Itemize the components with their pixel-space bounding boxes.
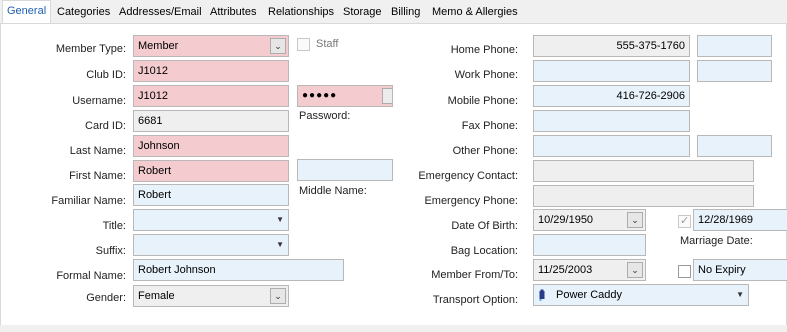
chevron-down-icon[interactable]: ⌄ (627, 262, 643, 278)
work-phone-label: Work Phone: (454, 69, 518, 81)
marriage-date-label: Marriage Date: (680, 235, 753, 247)
suffix-label: Suffix: (95, 245, 126, 257)
last-name-label: Last Name: (69, 145, 126, 157)
general-panel: Member Type: Club ID: Username: Card ID:… (0, 23, 787, 326)
other-phone-input[interactable] (533, 135, 690, 157)
transport-option-value: Power Caddy (556, 289, 623, 301)
member-type-select[interactable]: Member ⌄ (133, 35, 289, 57)
caret-down-icon: ▼ (276, 215, 284, 224)
checkmark-icon: ✓ (680, 215, 690, 227)
gender-select[interactable]: Female ⌄ (133, 285, 289, 307)
suffix-select[interactable]: ▼ (133, 234, 289, 256)
bag-location-input[interactable] (533, 234, 646, 256)
member-to-checkbox[interactable] (678, 265, 691, 278)
username-label: Username: (72, 95, 126, 107)
marriage-date-checkbox[interactable]: ✓ (678, 215, 691, 228)
member-from-picker[interactable]: 11/25/2003 ⌄ (533, 259, 646, 281)
tab-billing[interactable]: Billing (387, 2, 424, 23)
mobile-phone-label: Mobile Phone: (447, 95, 518, 107)
tab-storage[interactable]: Storage (339, 2, 386, 23)
home-phone-label: Home Phone: (450, 44, 518, 56)
mobile-phone-input[interactable]: 416-726-2906 (533, 85, 690, 107)
formal-name-label: Formal Name: (56, 270, 126, 282)
title-label: Title: (102, 220, 126, 232)
fax-phone-input[interactable] (533, 110, 690, 132)
chevron-down-icon[interactable]: ⌄ (627, 212, 643, 228)
middle-name-label: Middle Name: (299, 185, 367, 197)
middle-name-input[interactable] (297, 159, 393, 181)
marriage-date-picker[interactable]: 12/28/1969 (693, 209, 787, 231)
tab-addresses-email[interactable]: Addresses/Email (115, 2, 206, 23)
member-from-value: 11/25/2003 (538, 264, 593, 276)
transport-option-label: Transport Option: (432, 294, 518, 306)
card-id-label: Card ID: (85, 120, 126, 132)
tab-strip: General Categories Addresses/Email Attri… (0, 0, 787, 24)
date-of-birth-label: Date Of Birth: (451, 220, 518, 232)
tab-categories[interactable]: Categories (53, 2, 114, 23)
bag-location-label: Bag Location: (450, 245, 518, 257)
staff-label: Staff (316, 38, 339, 50)
tab-relationships[interactable]: Relationships (264, 2, 338, 23)
home-phone-input[interactable]: 555-375-1760 (533, 35, 690, 57)
password-input[interactable]: ●●●●● (297, 85, 393, 107)
member-type-value: Member (138, 40, 179, 52)
work-phone-ext-input[interactable] (697, 60, 772, 82)
fax-phone-label: Fax Phone: (461, 120, 518, 132)
gender-value: Female (138, 290, 175, 302)
chevron-down-icon[interactable]: ⌄ (270, 288, 286, 304)
work-phone-input[interactable] (533, 60, 690, 82)
date-of-birth-value: 10/29/1950 (538, 214, 594, 226)
member-type-label: Member Type: (55, 43, 126, 55)
other-phone-label: Other Phone: (452, 145, 518, 157)
emergency-contact-label: Emergency Contact: (418, 170, 518, 182)
formal-name-input[interactable]: Robert Johnson (133, 259, 344, 281)
staff-checkbox[interactable] (297, 38, 310, 51)
transport-option-select[interactable]: Power Caddy ▼ (533, 284, 749, 306)
familiar-name-input[interactable]: Robert (133, 184, 289, 206)
member-from-to-label: Member From/To: (431, 269, 518, 281)
familiar-name-label: Familiar Name: (51, 195, 126, 207)
emergency-contact-input[interactable] (533, 160, 754, 182)
chevron-down-icon[interactable]: ⌄ (270, 38, 286, 54)
last-name-input[interactable]: Johnson (133, 135, 289, 157)
first-name-input[interactable]: Robert (133, 160, 289, 182)
caret-down-icon: ▼ (736, 290, 744, 299)
password-label: Password: (299, 110, 351, 122)
tab-memo-allergies[interactable]: Memo & Allergies (428, 2, 522, 23)
date-of-birth-picker[interactable]: 10/29/1950 ⌄ (533, 209, 646, 231)
title-select[interactable]: ▼ (133, 209, 289, 231)
home-phone-ext-input[interactable] (697, 35, 772, 57)
card-id-input[interactable]: 6681 (133, 110, 289, 132)
club-id-input[interactable]: J1012 (133, 60, 289, 82)
emergency-phone-input[interactable] (533, 185, 754, 207)
first-name-label: First Name: (69, 170, 126, 182)
other-phone-ext-input[interactable] (697, 135, 772, 157)
bottom-strip (0, 325, 787, 332)
password-mask: ●●●●● (302, 90, 338, 101)
username-input[interactable]: J1012 (133, 85, 289, 107)
emergency-phone-label: Emergency Phone: (424, 195, 518, 207)
tab-general[interactable]: General (2, 0, 52, 24)
tab-attributes[interactable]: Attributes (206, 2, 260, 23)
member-to-picker[interactable]: No Expiry (693, 259, 787, 281)
caret-down-icon: ▼ (276, 240, 284, 249)
gender-label: Gender: (86, 292, 126, 304)
power-caddy-icon (539, 289, 545, 301)
club-id-label: Club ID: (86, 69, 126, 81)
